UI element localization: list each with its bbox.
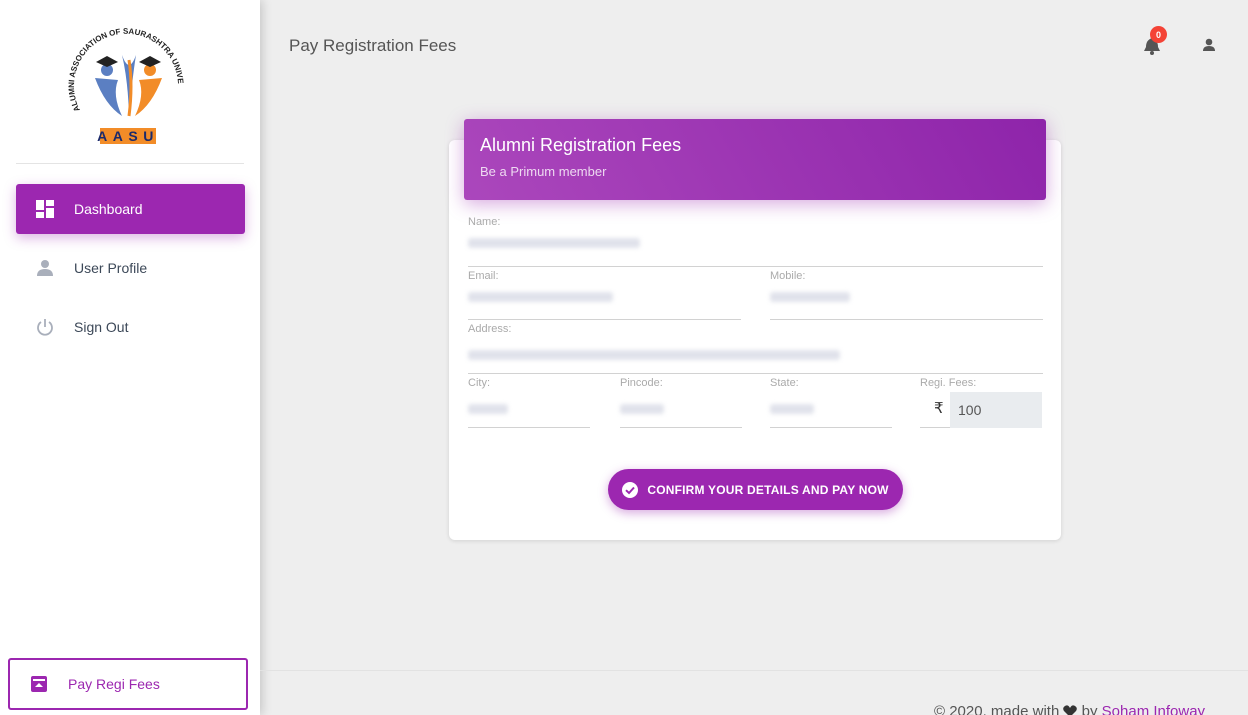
- card-subtitle: Be a Primum member: [480, 164, 607, 179]
- address-field[interactable]: Address:: [468, 323, 1043, 374]
- rupee-icon: ₹: [934, 400, 944, 417]
- heart-icon: [1063, 705, 1078, 715]
- regi-fees-input[interactable]: 100: [950, 392, 1042, 428]
- user-menu-button[interactable]: [1200, 36, 1218, 54]
- field-underline: [620, 427, 742, 428]
- mobile-value-redacted: [770, 292, 850, 302]
- field-underline: [468, 373, 1043, 374]
- page-title: Pay Registration Fees: [289, 36, 457, 55]
- svg-text:ALUMNI ASSOCIATION OF SAURASHT: ALUMNI ASSOCIATION OF SAURASHTRA UNIVERS…: [0, 0, 185, 113]
- confirm-and-pay-button[interactable]: CONFIRM YOUR DETAILS AND PAY NOW: [608, 469, 903, 510]
- pincode-label: Pincode:: [620, 377, 663, 389]
- check-circle-icon: [622, 481, 639, 498]
- pincode-value-redacted: [620, 404, 664, 414]
- notification-badge: 0: [1150, 26, 1167, 43]
- name-value-redacted: [468, 238, 640, 248]
- card-header: Alumni Registration Fees Be a Primum mem…: [464, 119, 1046, 200]
- field-underline: [770, 427, 892, 428]
- field-underline: [468, 266, 1043, 267]
- regi-fees-label: Regi. Fees:: [920, 377, 977, 389]
- mobile-label: Mobile:: [770, 270, 806, 282]
- field-underline: [468, 319, 741, 320]
- email-value-redacted: [468, 292, 613, 302]
- sidebar-divider: [16, 163, 244, 164]
- power-icon: [36, 318, 54, 336]
- regi-fees-value: 100: [958, 402, 982, 418]
- city-value-redacted: [468, 404, 508, 414]
- mobile-field[interactable]: Mobile:: [770, 270, 1043, 320]
- address-value-redacted: [468, 350, 840, 360]
- footer-by: by: [1081, 703, 1098, 715]
- person-icon: [1203, 38, 1215, 51]
- sidebar-item-sign-out[interactable]: Sign Out: [16, 302, 245, 352]
- aasu-logo[interactable]: ALUMNI ASSOCIATION OF SAURASHTRA UNIVERS…: [0, 0, 260, 163]
- logo-wordmark: AASU: [97, 128, 159, 144]
- email-label: Email:: [468, 270, 499, 282]
- state-field[interactable]: State:: [770, 377, 892, 428]
- footer-brand-link[interactable]: Soham Infoway: [1102, 703, 1205, 715]
- email-field[interactable]: Email:: [468, 270, 741, 320]
- state-label: State:: [770, 377, 799, 389]
- card-title: Alumni Registration Fees: [480, 135, 682, 155]
- field-underline: [468, 427, 590, 428]
- sidebar-item-label: Pay Regi Fees: [68, 676, 160, 692]
- sidebar-item-user-profile[interactable]: User Profile: [16, 243, 245, 293]
- dashboard-icon: [36, 200, 54, 218]
- address-label: Address:: [468, 323, 512, 335]
- field-underline: [770, 319, 1043, 320]
- sidebar-item-label: Dashboard: [74, 201, 143, 217]
- footer-prefix: © 2020, made with: [934, 703, 1060, 715]
- state-value-redacted: [770, 404, 814, 414]
- sidebar-item-label: User Profile: [74, 260, 148, 276]
- sidebar-item-pay-regi-fees[interactable]: Pay Regi Fees: [8, 658, 248, 710]
- sidebar-item-label: Sign Out: [74, 319, 129, 335]
- city-field[interactable]: City:: [468, 377, 590, 428]
- name-label: Name:: [468, 216, 501, 228]
- confirm-button-label: CONFIRM YOUR DETAILS AND PAY NOW: [647, 482, 889, 497]
- logo-ring-text: ALUMNI ASSOCIATION OF SAURASHTRA UNIVERS…: [0, 0, 185, 113]
- footer: © 2020, made with by Soham Infoway: [934, 703, 1205, 715]
- pincode-field[interactable]: Pincode:: [620, 377, 742, 428]
- person-icon: [36, 259, 54, 277]
- footer-divider: [260, 670, 1248, 671]
- name-field[interactable]: Name:: [468, 216, 1043, 267]
- payment-icon: [30, 675, 48, 693]
- sidebar-item-dashboard[interactable]: Dashboard: [16, 184, 245, 234]
- city-label: City:: [468, 377, 490, 389]
- logo-emblem: ALUMNI ASSOCIATION OF SAURASHTRA UNIVERS…: [0, 0, 185, 144]
- sidebar: ALUMNI ASSOCIATION OF SAURASHTRA UNIVERS…: [0, 0, 260, 715]
